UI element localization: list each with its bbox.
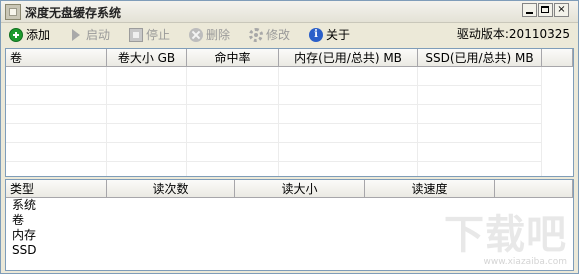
about-label: 关于 bbox=[326, 28, 351, 42]
grid-cell bbox=[107, 105, 187, 124]
column-volume[interactable]: 卷 bbox=[6, 49, 107, 67]
delete-button[interactable]: 删除 bbox=[189, 26, 230, 43]
grid-cell bbox=[107, 143, 187, 162]
app-window: 深度无盘缓存系统 × 添加 启动 停止 删除 修改 i 关于 驱动版本:2011… bbox=[0, 0, 579, 274]
grid-cell bbox=[6, 86, 107, 105]
grid-cell bbox=[187, 67, 279, 86]
grid-cell bbox=[187, 162, 279, 176]
window-title: 深度无盘缓存系统 bbox=[25, 6, 122, 20]
grid-cell bbox=[6, 105, 107, 124]
title-bar[interactable]: 深度无盘缓存系统 × bbox=[1, 1, 578, 23]
column-read-size[interactable]: 读大小 bbox=[235, 180, 365, 198]
maximize-icon bbox=[541, 6, 549, 13]
grid-cell bbox=[107, 124, 187, 143]
minimize-button[interactable] bbox=[522, 3, 537, 17]
minimize-icon bbox=[526, 12, 533, 14]
info-icon: i bbox=[309, 27, 323, 42]
edit-button[interactable]: 修改 bbox=[249, 26, 290, 43]
grid-cell bbox=[418, 124, 542, 143]
toolbar: 添加 启动 停止 删除 修改 i 关于 驱动版本:20110325 bbox=[1, 23, 578, 46]
grid-cell bbox=[279, 124, 418, 143]
grid-cell bbox=[187, 105, 279, 124]
table-row bbox=[6, 86, 573, 105]
grid-cell bbox=[279, 67, 418, 86]
stop-button[interactable]: 停止 bbox=[129, 26, 170, 43]
column-ssd[interactable]: SSD(已用/总共) MB bbox=[418, 49, 542, 67]
add-button[interactable]: 添加 bbox=[9, 26, 50, 43]
close-button[interactable]: × bbox=[554, 3, 569, 17]
grid-cell bbox=[187, 143, 279, 162]
column-read-speed[interactable]: 读速度 bbox=[365, 180, 495, 198]
list-item[interactable]: 内存 bbox=[6, 228, 573, 243]
stop-label: 停止 bbox=[146, 28, 171, 42]
stat-type-label: 卷 bbox=[12, 213, 25, 227]
grid-cell bbox=[418, 67, 542, 86]
column-filler bbox=[542, 49, 573, 67]
delete-label: 删除 bbox=[206, 28, 231, 42]
grid-cell bbox=[187, 124, 279, 143]
stat-type-label: 系统 bbox=[12, 198, 37, 212]
grid-cell bbox=[418, 105, 542, 124]
volumes-list[interactable]: 卷 卷大小 GB 命中率 内存(已用/总共) MB SSD(已用/总共) MB bbox=[5, 48, 574, 177]
stat-type-label: SSD bbox=[12, 243, 37, 257]
table-row bbox=[6, 162, 573, 176]
close-icon: × bbox=[557, 4, 566, 15]
grid-cell bbox=[279, 105, 418, 124]
column-volume-size[interactable]: 卷大小 GB bbox=[107, 49, 187, 67]
column-hit-rate[interactable]: 命中率 bbox=[187, 49, 279, 67]
table-row bbox=[6, 143, 573, 162]
about-button[interactable]: i 关于 bbox=[309, 26, 350, 43]
start-label: 启动 bbox=[86, 28, 111, 42]
watermark-url: www.xiazaiba.com bbox=[483, 257, 567, 267]
grid-cell bbox=[6, 124, 107, 143]
grid-cell bbox=[107, 162, 187, 176]
list-item[interactable]: SSD bbox=[6, 243, 573, 258]
grid-cell bbox=[279, 86, 418, 105]
start-button[interactable]: 启动 bbox=[69, 26, 110, 43]
grid-cell bbox=[418, 162, 542, 176]
grid-cell bbox=[6, 143, 107, 162]
list-item[interactable]: 系统 bbox=[6, 198, 573, 213]
delete-icon bbox=[189, 27, 203, 42]
column-read-count[interactable]: 读次数 bbox=[107, 180, 235, 198]
column-type[interactable]: 类型 bbox=[6, 180, 107, 198]
column-memory[interactable]: 内存(已用/总共) MB bbox=[279, 49, 418, 67]
column-filler bbox=[495, 180, 573, 198]
stat-type-label: 内存 bbox=[12, 228, 37, 242]
grid-cell bbox=[418, 86, 542, 105]
add-label: 添加 bbox=[26, 28, 51, 42]
grid-cell bbox=[187, 86, 279, 105]
edit-label: 修改 bbox=[266, 28, 291, 42]
play-icon bbox=[72, 28, 80, 41]
grid-cell bbox=[6, 162, 107, 176]
add-icon bbox=[9, 27, 23, 42]
table-row bbox=[6, 67, 573, 86]
stats-body: 系统 卷 内存 SSD bbox=[6, 198, 573, 258]
grid-cell bbox=[107, 67, 187, 86]
stats-list[interactable]: 类型 读次数 读大小 读速度 系统 卷 内存 SSD 下载吧 www.xiaza… bbox=[5, 179, 574, 271]
list-item[interactable]: 卷 bbox=[6, 213, 573, 228]
grid-cell bbox=[279, 143, 418, 162]
grid-cell bbox=[279, 162, 418, 176]
volumes-header: 卷 卷大小 GB 命中率 内存(已用/总共) MB SSD(已用/总共) MB bbox=[6, 49, 573, 67]
grid-cell bbox=[107, 86, 187, 105]
driver-version: 驱动版本:20110325 bbox=[456, 27, 570, 41]
app-icon bbox=[5, 4, 21, 20]
grid-cell bbox=[6, 67, 107, 86]
grid-cell bbox=[418, 143, 542, 162]
table-row bbox=[6, 124, 573, 143]
gear-icon bbox=[249, 27, 263, 42]
maximize-button[interactable] bbox=[538, 3, 553, 17]
volumes-body bbox=[6, 67, 573, 176]
stop-icon bbox=[129, 27, 143, 42]
table-row bbox=[6, 105, 573, 124]
stats-header: 类型 读次数 读大小 读速度 bbox=[6, 180, 573, 198]
